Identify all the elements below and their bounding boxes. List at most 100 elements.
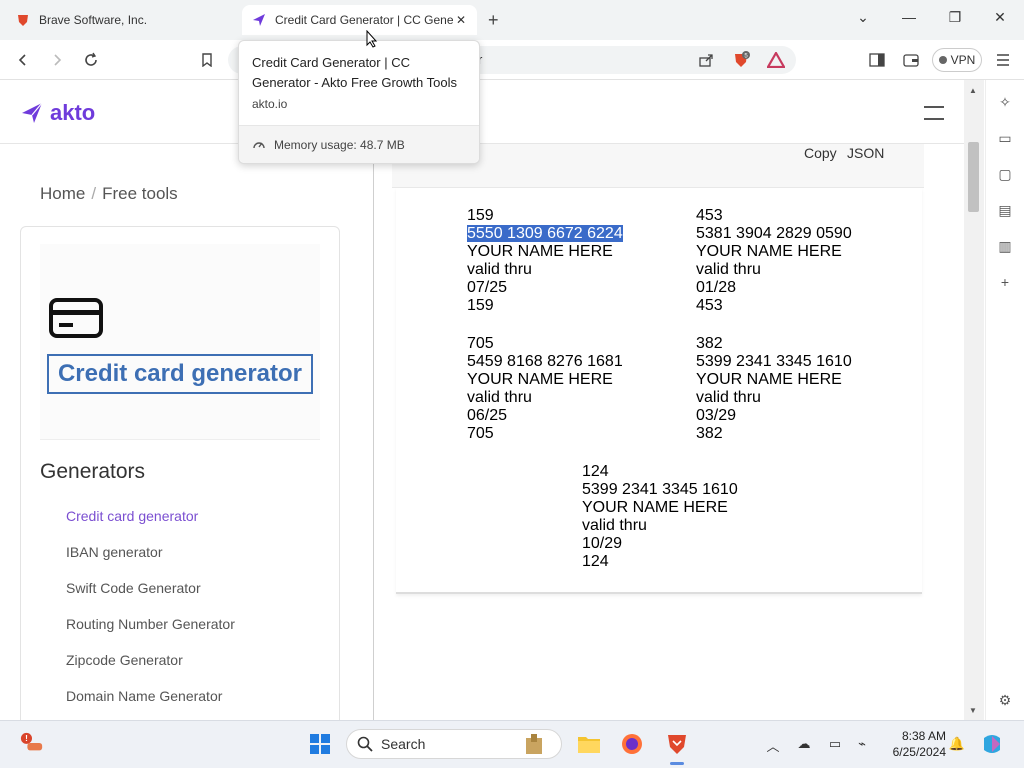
breadcrumb-current[interactable]: Free tools xyxy=(102,184,178,203)
card-cvv: 124 xyxy=(582,463,609,480)
card-number[interactable]: 5459 8168 8276 1681 xyxy=(467,353,623,371)
tab-brave[interactable]: Brave Software, Inc. xyxy=(8,5,233,35)
card-cvv: 453 xyxy=(696,207,723,224)
akto-logo[interactable]: akto xyxy=(20,100,95,126)
add-panel-icon[interactable]: + xyxy=(997,274,1013,290)
generators-heading: Generators xyxy=(40,460,146,483)
credit-card-icon xyxy=(49,298,103,338)
content-divider xyxy=(373,144,374,720)
hover-card-title: Credit Card Generator | CC Generator - A… xyxy=(252,55,457,90)
mouse-cursor-icon xyxy=(366,30,378,48)
search-label: Search xyxy=(381,736,426,752)
akto-plane-icon xyxy=(252,13,266,27)
close-tab-icon[interactable]: ✕ xyxy=(453,13,469,27)
card-number[interactable]: 5399 2341 3345 1610 xyxy=(582,481,738,499)
card-valid-label: valid thru xyxy=(467,389,532,406)
tab-akto[interactable]: Credit Card Generator | CC Generator - A… xyxy=(242,5,477,35)
tab-search-chevron-icon[interactable]: ⌄ xyxy=(853,9,873,26)
menu-icon[interactable] xyxy=(992,49,1014,71)
hamburger-menu-icon[interactable] xyxy=(924,106,944,130)
settings-gear-icon[interactable]: ⚙ xyxy=(997,692,1013,708)
share-icon[interactable] xyxy=(695,49,717,71)
wallet-icon[interactable] xyxy=(900,49,922,71)
card-cvv: 159 xyxy=(467,207,494,224)
generated-card: 159 5550 1309 6672 6224 YOUR NAME HERE v… xyxy=(467,207,623,315)
reading-list-icon[interactable]: ▥ xyxy=(997,238,1013,254)
tab-title: Credit Card Generator | CC Generator - A… xyxy=(275,13,453,27)
akto-plane-icon xyxy=(22,102,43,123)
card-name: YOUR NAME HERE xyxy=(582,499,728,516)
restore-button[interactable]: ❐ xyxy=(945,9,965,26)
generated-card: 705 5459 8168 8276 1681 YOUR NAME HERE v… xyxy=(467,335,623,443)
brave-browser-icon[interactable] xyxy=(665,732,689,756)
notification-bell-icon[interactable]: 🔔 xyxy=(948,736,966,752)
cloud-offline-icon[interactable]: ☁ xyxy=(795,736,813,752)
brave-shields-icon[interactable]: 5 xyxy=(730,49,752,71)
brave-lion-icon xyxy=(16,13,30,27)
generated-card: 124 5399 2341 3345 1610 YOUR NAME HERE v… xyxy=(582,463,738,571)
card-expiry: 06/25 xyxy=(467,407,508,424)
card-cvv-repeat: 159 xyxy=(467,297,494,314)
scroll-down-arrow-icon[interactable]: ▼ xyxy=(969,706,977,715)
tool-card-header xyxy=(40,244,320,440)
card-name: YOUR NAME HERE xyxy=(467,371,613,388)
json-button[interactable]: JSON xyxy=(847,145,884,161)
card-number[interactable]: 5399 2341 3345 1610 xyxy=(696,353,852,371)
scroll-up-arrow-icon[interactable]: ▲ xyxy=(969,86,977,95)
copilot-icon[interactable] xyxy=(980,732,1004,756)
tab-strip: Brave Software, Inc. Credit Card Generat… xyxy=(0,0,1024,40)
gauge-icon xyxy=(253,141,265,148)
windows-start-icon[interactable] xyxy=(308,732,332,756)
taskbar-clock[interactable]: 8:38 AM 6/25/2024 xyxy=(880,728,946,760)
card-valid-label: valid thru xyxy=(696,261,761,278)
reload-icon[interactable] xyxy=(80,49,102,71)
card-cvv-repeat: 705 xyxy=(467,425,494,442)
back-arrow-icon[interactable] xyxy=(12,49,34,71)
card-name: YOUR NAME HERE xyxy=(467,243,613,260)
tab-hover-card: Credit Card Generator | CC Generator - A… xyxy=(238,40,480,164)
card-number[interactable]: 5381 3904 2829 0590 xyxy=(696,225,852,243)
bookmark-icon[interactable] xyxy=(196,49,218,71)
firefox-icon[interactable] xyxy=(620,732,644,756)
search-highlight-icon xyxy=(522,732,546,756)
weather-alert-icon[interactable]: ! xyxy=(20,731,44,755)
breadcrumb-home[interactable]: Home xyxy=(40,184,85,203)
display-icon[interactable]: ▭ xyxy=(826,736,844,752)
close-window-button[interactable]: ✕ xyxy=(990,9,1010,26)
card-expiry: 10/29 xyxy=(582,535,623,552)
generator-link-zipcode[interactable]: Zipcode Generator xyxy=(66,652,183,668)
generated-card: 453 5381 3904 2829 0590 YOUR NAME HERE v… xyxy=(696,207,852,315)
tray-chevron-up-icon[interactable]: ︿ xyxy=(764,736,782,755)
new-tab-button[interactable]: + xyxy=(488,10,499,31)
search-icon xyxy=(357,736,373,752)
card-valid-label: valid thru xyxy=(582,517,647,534)
scroll-thumb[interactable] xyxy=(968,142,979,212)
generator-link-domain-name[interactable]: Domain Name Generator xyxy=(66,688,222,704)
bookmarks-icon[interactable]: ▤ xyxy=(997,202,1013,218)
copy-button[interactable]: Copy xyxy=(804,145,837,161)
browser-toolbar: r 5 xyxy=(0,40,1024,80)
playlist-icon[interactable]: ▭ xyxy=(997,130,1013,146)
generator-link-swift-code[interactable]: Swift Code Generator xyxy=(66,580,201,596)
sidebar-toggle-icon[interactable] xyxy=(866,49,888,71)
memory-usage-text: Memory usage: 48.7 MB xyxy=(274,137,405,152)
generator-link-credit-card[interactable]: Credit card generator xyxy=(66,508,198,524)
file-explorer-icon[interactable] xyxy=(577,732,601,756)
leo-ai-icon[interactable]: ✧ xyxy=(997,94,1013,110)
clock-date: 6/25/2024 xyxy=(892,745,946,759)
minimize-button[interactable]: — xyxy=(899,9,919,25)
card-name: YOUR NAME HERE xyxy=(696,243,842,260)
brave-rewards-icon[interactable] xyxy=(765,49,787,71)
generator-link-routing-number[interactable]: Routing Number Generator xyxy=(66,616,235,632)
card-number[interactable]: 5550 1309 6672 6224 xyxy=(467,225,623,242)
card-cvv-repeat: 382 xyxy=(696,425,723,442)
wallet-panel-icon[interactable]: ▢ xyxy=(997,166,1013,182)
forward-arrow-icon[interactable] xyxy=(46,49,68,71)
site-header: akto xyxy=(0,80,964,144)
vpn-button[interactable]: VPN xyxy=(932,48,982,72)
generator-link-iban[interactable]: IBAN generator xyxy=(66,544,163,560)
page-scrollbar[interactable]: ▲ ▼ xyxy=(964,80,984,720)
hover-card-domain: akto.io xyxy=(252,97,288,111)
network-icon[interactable]: ⌁ xyxy=(853,736,871,752)
vpn-status-icon xyxy=(938,56,947,64)
